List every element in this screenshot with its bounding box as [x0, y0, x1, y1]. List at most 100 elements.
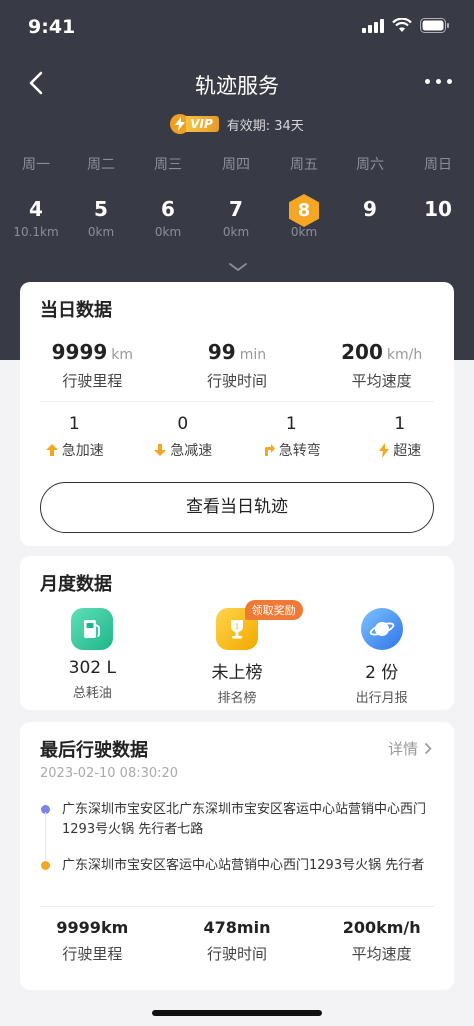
trip-duration: 478min 行驶时间	[165, 918, 310, 964]
route-start: 广东深圳市宝安区北广东深圳市宝安区客运中心站营销中心西门1293号火锅 先行者七…	[40, 800, 434, 860]
stat-value: 9999	[51, 340, 108, 364]
stat-duration: 99 min 行驶时间	[165, 340, 310, 391]
event-overspeed: 1 超速	[346, 414, 455, 460]
trip-route: 广东深圳市宝安区北广东深圳市宝安区客运中心站营销中心西门1293号火锅 先行者七…	[40, 800, 434, 876]
monthly-fuel[interactable]: 302 L 总耗油	[20, 608, 165, 706]
claim-reward-tag[interactable]: 领取奖励	[244, 600, 303, 620]
more-options-icon[interactable]	[425, 79, 452, 84]
vip-status: VIP 有效期: 34天	[0, 114, 474, 134]
validity-text: 有效期: 34天	[226, 118, 304, 134]
weekday-label: 周一	[22, 157, 50, 173]
day-item[interactable]: 周二 5 0km	[71, 154, 131, 239]
stat-value: 99	[207, 340, 236, 364]
planet-icon	[360, 608, 403, 650]
weekday-label: 周四	[222, 157, 250, 173]
trip-stat-value: 9999km	[56, 918, 129, 937]
card-title: 当日数据	[40, 300, 112, 321]
weekday-label: 周六	[356, 157, 384, 173]
route-line	[45, 812, 46, 860]
day-item[interactable]: 周一 4 10.1km	[6, 154, 66, 239]
accelerate-icon	[45, 444, 58, 456]
event-count: 1	[285, 414, 297, 434]
trip-stat-label: 行驶时间	[207, 945, 268, 963]
stat-label: 平均速度	[351, 372, 412, 390]
view-daily-track-button[interactable]: 查看当日轨迹	[40, 482, 434, 533]
day-item[interactable]: 周三 6 0km	[138, 154, 198, 239]
monthly-ranking[interactable]: 1 领取奖励 未上榜 排名榜	[165, 600, 310, 706]
date-number: 8	[289, 194, 319, 227]
day-item-selected[interactable]: 周五 8 0km	[274, 154, 334, 239]
event-label: 急加速	[61, 443, 104, 459]
divider	[40, 906, 434, 907]
date-number: 10	[424, 197, 452, 221]
date-number: 9	[363, 197, 377, 221]
decelerate-icon	[154, 444, 167, 456]
chevron-down-icon[interactable]	[228, 262, 248, 272]
event-count: 1	[68, 414, 80, 434]
daily-data-card: 当日数据 9999 km 行驶里程 99 min 行驶时间 200 km/h 平均速度…	[20, 282, 454, 546]
monthly-data-card: 月度数据 302 L 总耗油 1 领取奖励 未上榜 排名榜 2 份 出行月报	[20, 556, 454, 710]
monthly-label: 总耗油	[72, 686, 112, 701]
monthly-label: 排名榜	[217, 691, 257, 706]
monthly-value: 2 份	[365, 663, 399, 683]
stat-speed: 200 km/h 平均速度	[309, 340, 454, 391]
trip-datetime: 2023-02-10 08:30:20	[40, 766, 179, 781]
navigation-bar: 轨迹服务	[0, 62, 474, 106]
last-trip-card: 最后行驶数据 详情 2023-02-10 08:30:20 广东深圳市宝安区北广…	[20, 722, 454, 990]
status-time: 9:41	[28, 16, 76, 38]
monthly-label: 出行月报	[355, 691, 408, 706]
event-decelerate: 0 急减速	[129, 414, 238, 460]
svg-text:1: 1	[235, 623, 239, 631]
stat-unit: km	[111, 347, 134, 363]
event-label: 超速	[393, 443, 422, 459]
stat-unit: km/h	[386, 347, 423, 363]
detail-link[interactable]: 详情	[388, 738, 432, 759]
day-distance: 0km	[154, 225, 182, 239]
detail-label: 详情	[387, 740, 418, 758]
weekday-label: 周日	[424, 157, 452, 173]
battery-icon	[420, 18, 449, 33]
date-number: 6	[161, 197, 175, 221]
trip-stat-label: 行驶里程	[62, 945, 123, 963]
signal-icon	[362, 18, 384, 33]
end-dot-icon	[41, 861, 50, 870]
date-number: 4	[29, 197, 43, 221]
page-title: 轨迹服务	[195, 74, 279, 98]
fuel-pump-icon	[71, 608, 114, 650]
event-sharp-turn: 1 急转弯	[237, 414, 346, 460]
event-count: 1	[394, 414, 406, 434]
card-title: 月度数据	[40, 574, 112, 595]
weekday-label: 周二	[87, 157, 115, 173]
stat-value: 200	[341, 340, 383, 364]
stat-label: 行驶里程	[62, 372, 123, 390]
chevron-right-icon	[424, 742, 432, 755]
home-indicator[interactable]	[152, 1010, 322, 1016]
event-accelerate: 1 急加速	[20, 414, 129, 460]
status-bar: 9:41	[0, 0, 474, 54]
date-number: 5	[94, 197, 108, 221]
weekday-label: 周五	[290, 157, 318, 173]
end-address: 广东深圳市宝安区客运中心站营销中心西门1293号火锅 先行者	[62, 858, 425, 873]
weekday-label: 周三	[154, 157, 182, 173]
day-distance: 0km	[222, 225, 250, 239]
day-distance: 10.1km	[13, 225, 59, 239]
day-item[interactable]: 周六 9	[340, 154, 400, 225]
monthly-value: 未上榜	[211, 663, 263, 683]
trip-stat-label: 平均速度	[351, 945, 412, 963]
event-label: 急减速	[170, 443, 213, 459]
event-count: 0	[177, 414, 189, 434]
day-item[interactable]: 周四 7 0km	[206, 154, 266, 239]
day-item[interactable]: 周日 10	[408, 154, 468, 225]
trip-stat-value: 200km/h	[342, 918, 421, 937]
stat-label: 行驶时间	[207, 372, 268, 390]
trip-stat-value: 478min	[203, 918, 271, 937]
day-distance: 0km	[87, 225, 115, 239]
trip-speed: 200km/h 平均速度	[309, 918, 454, 964]
event-label: 急转弯	[278, 443, 321, 459]
route-end: 广东深圳市宝安区客运中心站营销中心西门1293号火锅 先行者	[40, 856, 434, 876]
stat-distance: 9999 km 行驶里程	[20, 340, 165, 391]
date-number: 7	[229, 197, 243, 221]
overspeed-icon	[379, 442, 390, 458]
monthly-report[interactable]: 2 份 出行月报	[309, 608, 454, 706]
sharp-turn-icon	[264, 444, 275, 456]
